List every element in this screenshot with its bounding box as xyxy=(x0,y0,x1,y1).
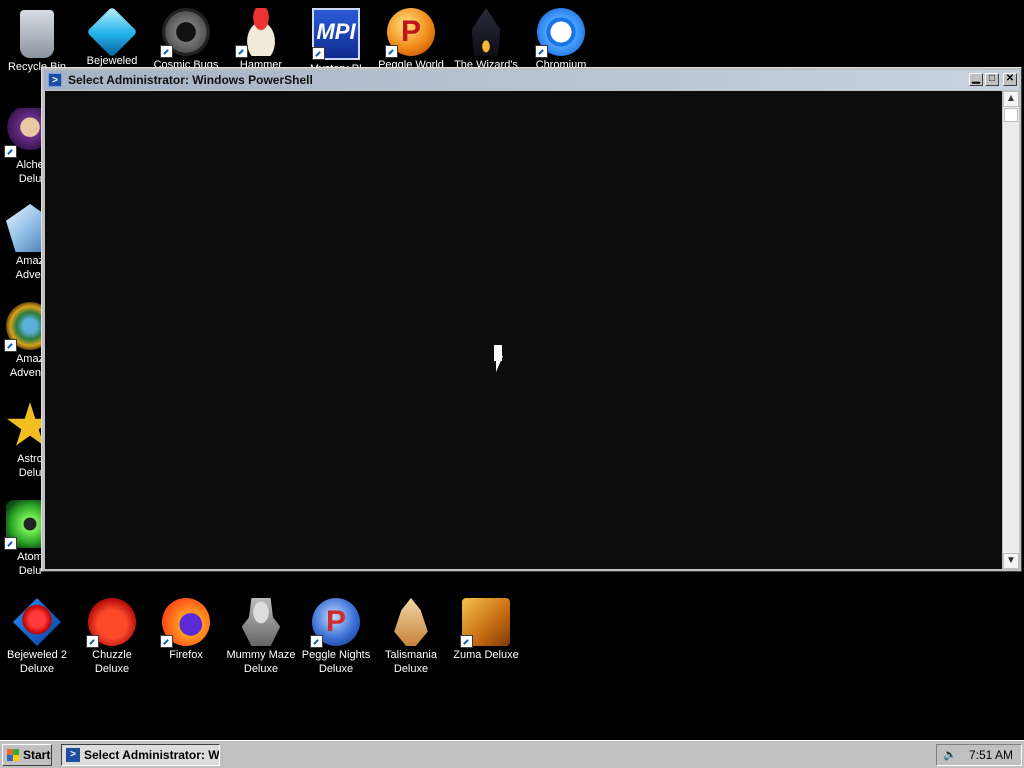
minimize-button[interactable]: ▁ xyxy=(969,73,983,86)
talismania-icon xyxy=(394,598,428,646)
taskbar: Start > Select Administrator: W... 🔈 7:5… xyxy=(0,740,1024,768)
icon-label: Zuma Deluxe xyxy=(453,649,519,661)
chuzzle-icon xyxy=(86,598,136,648)
icon-label: Mummy Maze Deluxe xyxy=(226,649,296,675)
shortcut-arrow-icon xyxy=(312,47,325,60)
bejeweled-2-icon xyxy=(13,598,61,646)
zuma-icon xyxy=(460,598,510,648)
vertical-scrollbar[interactable]: ▲ ▼ xyxy=(1003,91,1019,569)
chromium-icon xyxy=(535,8,585,58)
maximize-button[interactable]: □ xyxy=(985,73,999,86)
start-label: Start xyxy=(23,748,51,762)
desktop-icon-cosmic-bugs[interactable]: Cosmic Bugs xyxy=(150,4,222,72)
desktop-icon-peggle-nights[interactable]: P Peggle Nights Deluxe xyxy=(300,594,372,676)
powershell-window[interactable]: > Select Administrator: Windows PowerShe… xyxy=(41,67,1022,572)
mouse-pointer-icon xyxy=(496,356,503,372)
window-titlebar[interactable]: > Select Administrator: Windows PowerShe… xyxy=(44,70,1019,90)
hammer-gnome-icon xyxy=(235,8,285,58)
bejeweled-gem-icon xyxy=(86,6,138,58)
firefox-icon xyxy=(160,598,210,648)
desktop-icon-mummy-maze[interactable]: Mummy Maze Deluxe xyxy=(225,594,297,676)
desktop-icon-hammer[interactable]: Hammer xyxy=(225,4,297,72)
shortcut-arrow-icon xyxy=(160,635,173,648)
icon-label: Firefox xyxy=(169,649,203,661)
icon-label: Peggle Nights Deluxe xyxy=(301,649,371,675)
scroll-thumb[interactable] xyxy=(1004,108,1018,122)
window-title: Select Administrator: Windows PowerShell xyxy=(68,73,313,87)
clock[interactable]: 7:51 AM xyxy=(969,745,1013,765)
peggle-world-icon: P xyxy=(385,8,435,58)
system-tray: 🔈 7:51 AM xyxy=(936,744,1022,766)
powershell-icon[interactable]: > xyxy=(48,73,62,87)
shortcut-arrow-icon xyxy=(4,339,17,352)
desktop-icon-chuzzle[interactable]: Chuzzle Deluxe xyxy=(76,594,148,676)
shortcut-arrow-icon xyxy=(235,45,248,58)
icon-label: Talismania Deluxe xyxy=(385,649,437,675)
shortcut-arrow-icon xyxy=(460,635,473,648)
icon-label: Bejeweled 2 Deluxe xyxy=(7,649,67,675)
shortcut-arrow-icon xyxy=(385,45,398,58)
shortcut-arrow-icon xyxy=(310,635,323,648)
shortcut-arrow-icon xyxy=(4,537,17,550)
start-button[interactable]: Start xyxy=(2,744,52,766)
shortcut-arrow-icon xyxy=(535,45,548,58)
wizard-tower-icon xyxy=(471,8,501,56)
desktop-icon-mystery-pi[interactable]: MPI Mystery PI xyxy=(300,4,372,76)
mummy-maze-icon xyxy=(241,598,281,646)
cosmic-bugs-gear-icon xyxy=(160,8,210,58)
shortcut-arrow-icon xyxy=(4,145,17,158)
powershell-icon: > xyxy=(66,748,80,762)
icon-label: Chuzzle Deluxe xyxy=(92,649,132,675)
desktop-icon-talismania[interactable]: Talismania Deluxe xyxy=(375,594,447,676)
scroll-up-button[interactable]: ▲ xyxy=(1003,91,1019,107)
console-area[interactable] xyxy=(45,91,1002,569)
mystery-pi-icon: MPI xyxy=(312,8,360,60)
desktop-icon-recycle-bin[interactable]: Recycle Bin xyxy=(1,4,73,74)
desktop-icon-firefox[interactable]: Firefox xyxy=(150,594,222,662)
scroll-down-button[interactable]: ▼ xyxy=(1003,553,1019,569)
desktop-icon-bejeweled-2[interactable]: Bejeweled 2 Deluxe xyxy=(1,594,73,676)
taskbar-item-label: Select Administrator: W... xyxy=(84,748,220,762)
speaker-icon[interactable]: 🔈 xyxy=(943,749,957,761)
desktop-icon-bejeweled[interactable]: Bejeweled xyxy=(76,4,148,68)
desktop-icon-the-wizards[interactable]: The Wizard's xyxy=(450,4,522,72)
windows-logo-icon xyxy=(7,749,19,761)
shortcut-arrow-icon xyxy=(160,45,173,58)
desktop-icon-chromium[interactable]: Chromium xyxy=(525,4,597,72)
desktop-icon-zuma[interactable]: Zuma Deluxe xyxy=(450,594,522,662)
desktop-icon-peggle-world[interactable]: P Peggle World xyxy=(375,4,447,72)
close-button[interactable]: ✕ xyxy=(1003,73,1017,86)
shortcut-arrow-icon xyxy=(86,635,99,648)
taskbar-item-powershell[interactable]: > Select Administrator: W... xyxy=(61,744,220,766)
recycle-bin-icon xyxy=(20,10,54,58)
peggle-nights-icon: P xyxy=(310,598,360,648)
